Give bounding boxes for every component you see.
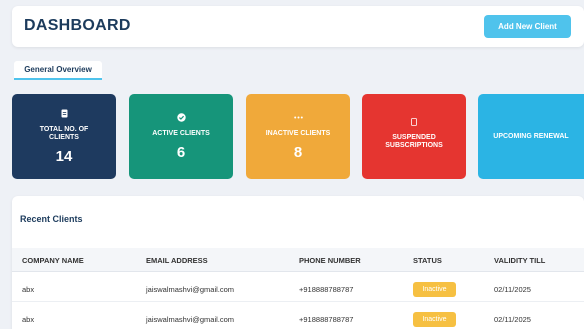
check-circle-icon — [176, 113, 186, 123]
recent-clients-card: Recent Clients COMPANY NAME EMAIL ADDRES… — [12, 196, 584, 329]
stat-card-inactive-clients[interactable]: INACTIVE CLIENTS 8 — [246, 94, 350, 179]
stat-card-upcoming-renewal[interactable]: UPCOMING RENEWAL — [478, 94, 584, 179]
status-badge: Inactive — [413, 282, 456, 297]
status-badge: Inactive — [413, 312, 456, 327]
stat-value: 6 — [176, 143, 186, 161]
stat-label: SUSPENDED SUBSCRIPTIONS — [385, 134, 443, 149]
cell-validity: 02/11/2025 — [494, 285, 531, 294]
page-title: DASHBOARD — [24, 17, 131, 34]
tab-general-overview[interactable]: General Overview — [14, 61, 102, 80]
column-header-email: EMAIL ADDRESS — [146, 256, 208, 265]
file-icon — [59, 109, 69, 119]
stat-label: INACTIVE CLIENTS — [265, 129, 331, 137]
stat-card-suspended-subscriptions[interactable]: SUSPENDED SUBSCRIPTIONS — [362, 94, 466, 179]
stat-label: TOTAL NO. OF CLIENTS — [39, 125, 89, 141]
stat-value: 8 — [293, 143, 303, 161]
table-header: COMPANY NAME EMAIL ADDRESS PHONE NUMBER … — [12, 248, 584, 272]
stat-label: ACTIVE CLIENTS — [152, 129, 210, 137]
column-header-company: COMPANY NAME — [22, 256, 84, 265]
cell-phone: +918888788787 — [299, 285, 354, 294]
cell-company: abx — [22, 285, 35, 294]
blank-icon — [409, 117, 419, 127]
cell-email: jaiswalmashvi@gmail.com — [146, 285, 235, 294]
table-row[interactable]: abx jaiswalmashvi@gmail.com +91888878878… — [12, 306, 584, 329]
table-row[interactable]: abx jaiswalmashvi@gmail.com +91888878878… — [12, 276, 584, 302]
cell-email: jaiswalmashvi@gmail.com — [146, 315, 235, 324]
recent-clients-title: Recent Clients — [20, 214, 83, 224]
header-card: DASHBOARD Add New Client — [12, 6, 584, 47]
cell-company: abx — [22, 315, 35, 324]
ellipsis-icon — [293, 113, 303, 123]
add-new-client-button[interactable]: Add New Client — [484, 15, 571, 38]
stat-value: 14 — [55, 147, 73, 165]
stat-label: UPCOMING RENEWAL — [493, 132, 569, 140]
cell-phone: +918888788787 — [299, 315, 354, 324]
column-header-phone: PHONE NUMBER — [299, 256, 361, 265]
stat-card-total-clients[interactable]: TOTAL NO. OF CLIENTS 14 — [12, 94, 116, 179]
cell-validity: 02/11/2025 — [494, 315, 531, 324]
column-header-validity: VALIDITY TILL — [494, 256, 546, 265]
stat-card-active-clients[interactable]: ACTIVE CLIENTS 6 — [129, 94, 233, 179]
column-header-status: STATUS — [413, 256, 442, 265]
